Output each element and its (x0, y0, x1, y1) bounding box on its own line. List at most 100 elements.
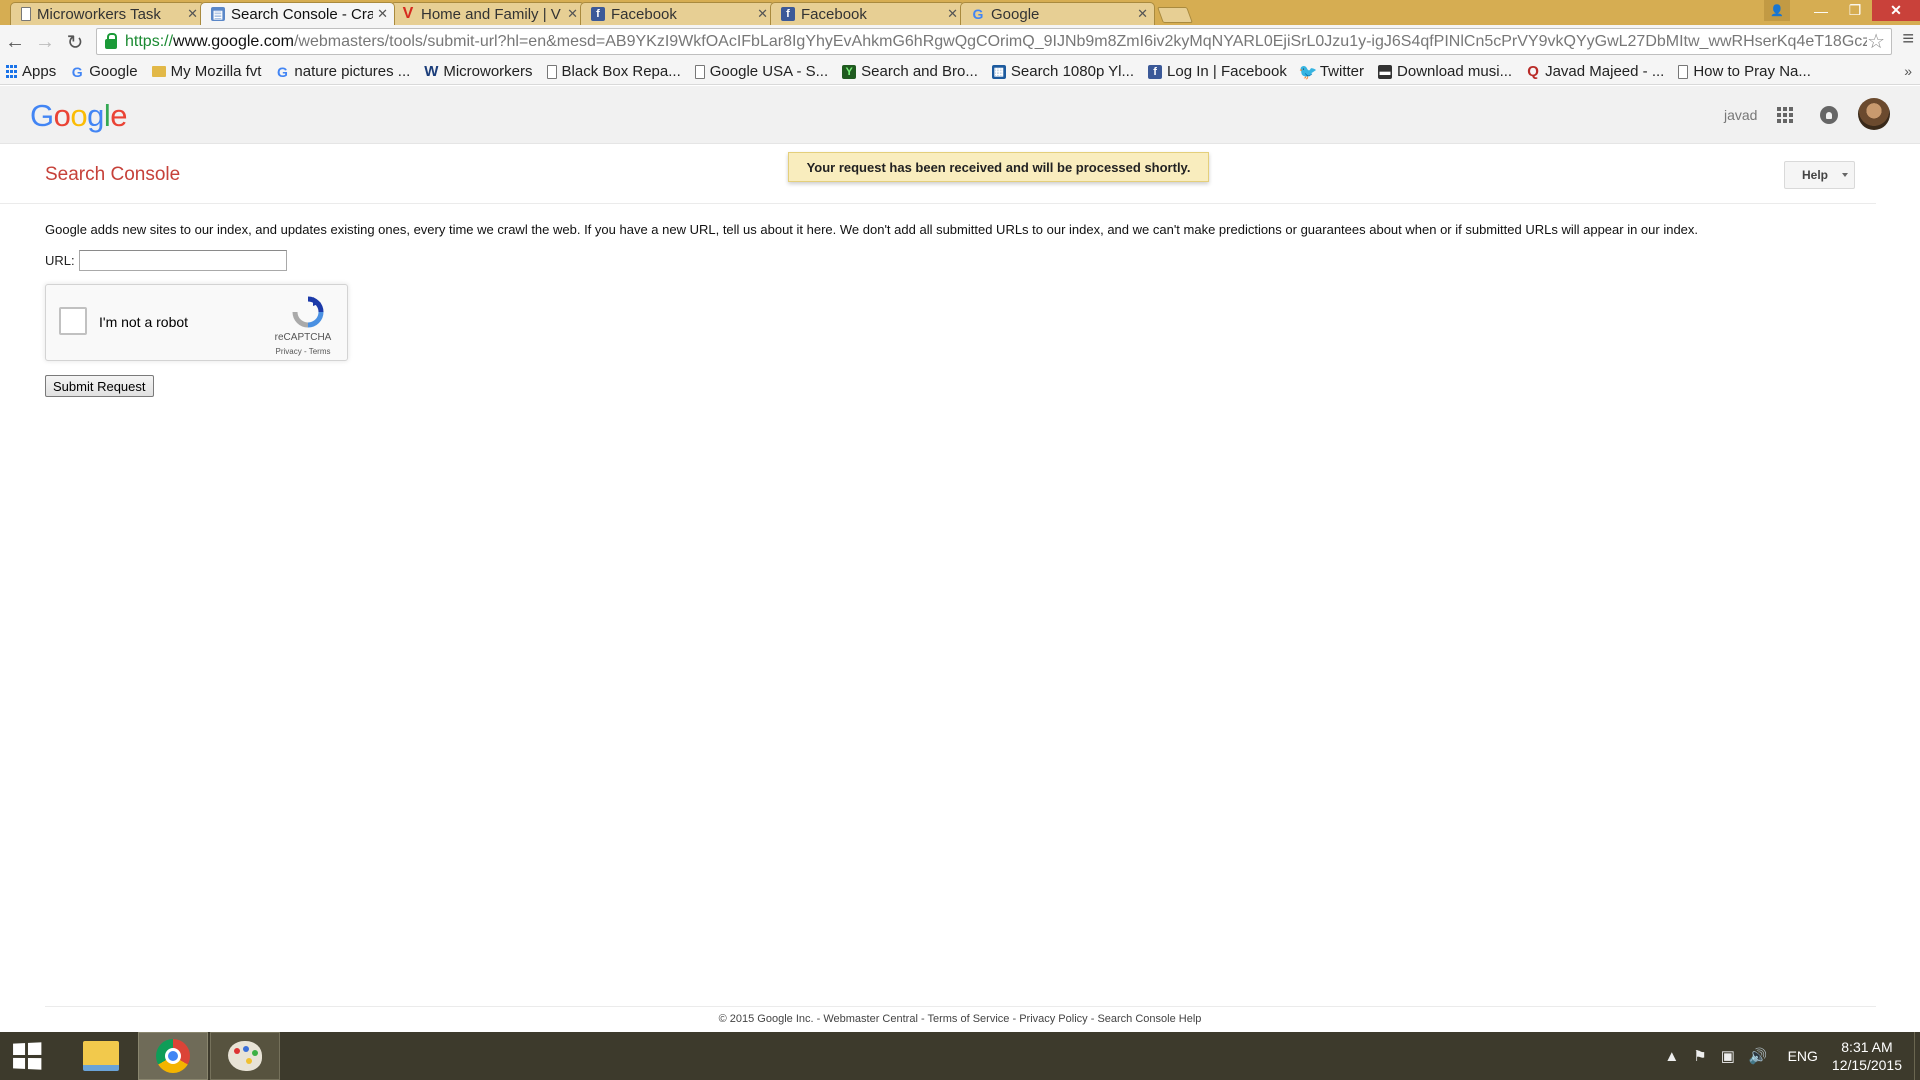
taskbar-paint[interactable] (210, 1032, 280, 1080)
bookmark-label: Microworkers (443, 63, 533, 80)
tab-home-and-family[interactable]: V Home and Family | V ✕ (390, 2, 585, 25)
bookmark-download-music[interactable]: ▬ Download musi... (1378, 63, 1512, 80)
bookmark-search-1080p[interactable]: ▦ Search 1080p Yl... (991, 63, 1134, 80)
logo-letter: o (53, 98, 71, 133)
input-language[interactable]: ENG (1788, 1048, 1818, 1064)
footer-link-search-console-help[interactable]: Search Console Help (1097, 1013, 1201, 1025)
apps-icon (6, 65, 17, 79)
close-icon[interactable]: ✕ (1137, 6, 1148, 22)
paint-palette-icon (228, 1041, 262, 1071)
browser-toolbar: ← → ↻ https://www.google.com/webmasters/… (0, 25, 1920, 59)
bookmark-twitter[interactable]: 🐦 Twitter (1298, 63, 1365, 81)
footer-link-webmaster-central[interactable]: Webmaster Central (823, 1013, 918, 1025)
notifications-bell-icon[interactable] (1820, 106, 1838, 124)
windows-start-icon[interactable] (13, 1042, 42, 1070)
bookmark-black-box[interactable]: Black Box Repa... (546, 63, 681, 80)
clock-time: 8:31 AM (1841, 1039, 1893, 1055)
close-icon[interactable]: ✕ (377, 6, 388, 22)
footer-link-terms[interactable]: Terms of Service (927, 1013, 1009, 1025)
url-input[interactable] (78, 250, 287, 271)
action-center-flag-icon[interactable]: ⚑ (1693, 1047, 1706, 1065)
bookmark-javad-majeed[interactable]: Q Javad Majeed - ... (1526, 63, 1664, 80)
network-icon[interactable]: ▣ (1721, 1047, 1735, 1065)
url-scheme: https:// (125, 32, 174, 50)
tab-google[interactable]: G Google ✕ (960, 2, 1155, 25)
twitter-icon: 🐦 (1298, 63, 1318, 81)
bookmark-search-and-bro[interactable]: Y Search and Bro... (842, 63, 978, 80)
tab-microworkers-task[interactable]: Microworkers Task ✕ (10, 2, 205, 25)
footer-link-privacy[interactable]: Privacy Policy (1019, 1013, 1087, 1025)
forward-arrow-icon[interactable]: → (30, 27, 60, 57)
avatar[interactable] (1858, 98, 1890, 130)
close-icon[interactable]: ✕ (757, 6, 768, 22)
apps-grid-icon[interactable] (1777, 107, 1793, 123)
show-desktop-button[interactable] (1914, 1032, 1920, 1080)
footer: © 2015 Google Inc. - Webmaster Central -… (0, 1013, 1920, 1025)
chrome-icon (156, 1039, 190, 1073)
url-label: URL: (45, 253, 75, 268)
recaptcha-logo-icon (292, 296, 324, 328)
recaptcha-checkbox[interactable] (59, 307, 87, 335)
y-icon: Y (842, 64, 857, 79)
user-profile-icon[interactable]: 👤 (1764, 0, 1790, 21)
google-logo[interactable]: Google (30, 98, 128, 134)
back-arrow-icon[interactable]: ← (0, 27, 30, 57)
facebook-icon: f (1148, 64, 1163, 79)
close-icon[interactable]: ✕ (567, 6, 578, 22)
lock-icon (105, 32, 117, 49)
v-icon: V (402, 5, 414, 22)
taskbar-chrome[interactable] (138, 1032, 208, 1080)
maximize-icon[interactable]: ❐ (1838, 0, 1872, 21)
bookmark-label: Google (89, 63, 138, 80)
bookmark-how-to-pray[interactable]: How to Pray Na... (1678, 63, 1811, 80)
help-button[interactable]: Help (1784, 161, 1855, 189)
bookmarks-overflow-chevron[interactable]: » (1904, 63, 1912, 79)
divider (0, 203, 1876, 204)
address-bar[interactable]: https://www.google.com/webmasters/tools/… (96, 28, 1892, 55)
taskbar-file-explorer[interactable] (66, 1032, 136, 1080)
url-row: URL: (45, 250, 287, 271)
bookmark-facebook-login[interactable]: f Log In | Facebook (1148, 63, 1287, 80)
tab-strip: Microworkers Task ✕ ▤ Search Console - C… (0, 0, 1920, 25)
url-text[interactable]: https://www.google.com/webmasters/tools/… (125, 33, 1867, 51)
bookmark-google-usa[interactable]: Google USA - S... (694, 63, 829, 80)
bookmark-apps[interactable]: Apps (6, 63, 56, 80)
submit-request-button[interactable]: Submit Request (45, 375, 154, 397)
recaptcha-label: I'm not a robot (99, 314, 189, 330)
bookmark-label: Black Box Repa... (561, 63, 681, 80)
footer-separator: - (1009, 1013, 1020, 1025)
chevron-down-icon (1842, 173, 1848, 177)
tab-facebook-1[interactable]: f Facebook ✕ (580, 2, 775, 25)
tab-title: Facebook (611, 5, 677, 23)
tab-title: Home and Family | V (421, 5, 561, 23)
tab-search-console[interactable]: ▤ Search Console - Cra ✕ (200, 2, 395, 25)
tab-facebook-2[interactable]: f Facebook ✕ (770, 2, 965, 25)
folder-icon (151, 66, 166, 77)
file-explorer-icon (83, 1041, 119, 1071)
bookmark-google[interactable]: G Google (70, 63, 138, 80)
system-clock[interactable]: 8:31 AM 12/15/2015 (1832, 1038, 1902, 1074)
window-close-icon[interactable]: ✕ (1872, 0, 1920, 21)
logo-letter: g (87, 98, 104, 133)
bookmark-label: nature pictures ... (294, 63, 411, 80)
doc-icon (1678, 64, 1689, 79)
close-icon[interactable]: ✕ (187, 6, 198, 22)
doc-icon (21, 7, 31, 21)
close-icon[interactable]: ✕ (947, 6, 958, 22)
chrome-menu-icon[interactable]: ≡ (1902, 28, 1914, 51)
new-tab-button[interactable] (1157, 7, 1193, 23)
footer-separator: - (813, 1013, 824, 1025)
minimize-icon[interactable]: — (1804, 0, 1838, 21)
bookmark-microworkers[interactable]: W Microworkers (424, 63, 532, 80)
bookmark-nature-pictures[interactable]: G nature pictures ... (275, 63, 410, 80)
bookmark-my-mozilla[interactable]: My Mozilla fvt (151, 63, 261, 80)
reload-icon[interactable]: ↻ (60, 27, 90, 57)
bookmark-star-icon[interactable]: ☆ (1867, 29, 1885, 54)
bookmark-label: Google USA - S... (709, 63, 829, 80)
search-console-icon: ▤ (211, 7, 225, 21)
username[interactable]: javad (1724, 107, 1757, 123)
page-title[interactable]: Search Console (45, 164, 180, 186)
recaptcha-links[interactable]: Privacy - Terms (268, 347, 338, 356)
volume-icon[interactable]: 🔊 (1749, 1047, 1768, 1065)
tray-expand-icon[interactable]: ▲ (1664, 1048, 1679, 1065)
